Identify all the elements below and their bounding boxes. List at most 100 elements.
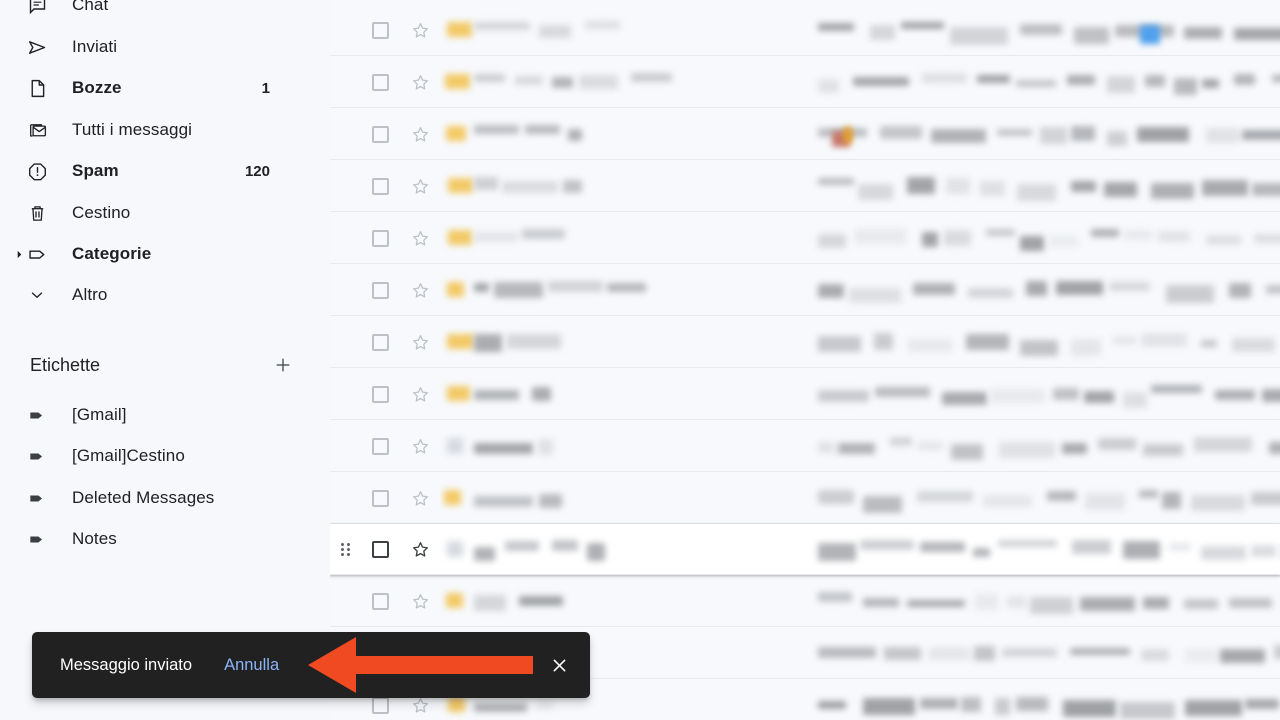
select-message-checkbox[interactable] [360,177,400,195]
checkbox-unchecked-icon[interactable] [371,489,389,507]
checkbox-unchecked-icon[interactable] [371,73,389,91]
star-outline-icon[interactable] [400,592,440,611]
message-content[interactable] [440,57,1280,108]
redacted-text-block [860,539,915,550]
redacted-text-block [1071,126,1095,142]
sidebar-label-gmail-cestino[interactable]: [Gmail]Cestino [0,439,296,473]
sidebar-label-deleted-messages[interactable]: Deleted Messages [0,481,296,515]
sidebar-item-trash[interactable]: Cestino [0,196,296,230]
sidebar-label-gmail[interactable]: [Gmail] [0,398,296,432]
message-row[interactable] [330,576,1280,627]
star-outline-icon[interactable] [400,281,440,300]
select-message-checkbox[interactable] [360,281,400,299]
drag-handle-dots-icon[interactable] [330,542,360,556]
checkbox-unchecked-icon[interactable] [371,229,389,247]
star-outline-icon[interactable] [400,437,440,456]
select-message-checkbox[interactable] [360,229,400,247]
message-row[interactable] [330,57,1280,108]
message-content[interactable] [440,421,1280,472]
redacted-text-block [474,334,502,352]
sidebar-item-sent[interactable]: Inviati [0,30,296,64]
redacted-text-block [1067,74,1096,85]
redacted-text-block [630,72,672,83]
sidebar-item-more[interactable]: Altro [0,278,296,312]
select-message-checkbox[interactable] [360,73,400,91]
sidebar-item-chat[interactable]: Chat [0,0,296,22]
message-content[interactable] [440,161,1280,212]
redacted-text-block [999,442,1055,458]
redacted-text-block [519,596,564,606]
select-message-checkbox[interactable] [360,437,400,455]
message-row[interactable] [330,213,1280,264]
redacted-text-block [1185,649,1217,663]
checkbox-unchecked-icon[interactable] [371,125,389,143]
select-message-checkbox[interactable] [360,489,400,507]
checkbox-unchecked-icon[interactable] [371,385,389,403]
select-message-checkbox[interactable] [360,333,400,351]
checkbox-unchecked-icon[interactable] [371,333,389,351]
message-content[interactable] [440,576,1280,627]
redacted-text-block [525,124,561,134]
close-x-icon[interactable] [546,652,572,678]
redacted-text-block [986,228,1015,237]
message-content[interactable] [440,5,1280,56]
redacted-text-block [1019,340,1059,356]
star-outline-icon[interactable] [400,696,440,715]
sidebar-item-categories[interactable]: Categorie [0,237,296,271]
star-outline-icon[interactable] [400,333,440,352]
plus-icon[interactable] [272,354,294,376]
message-content[interactable] [440,369,1280,420]
message-row[interactable] [330,473,1280,524]
redacted-text-block [1030,597,1074,614]
sidebar-item-drafts[interactable]: Bozze 1 [0,71,296,105]
select-message-checkbox[interactable] [360,697,400,714]
message-row[interactable] [330,265,1280,316]
checkbox-unchecked-icon[interactable] [371,697,389,714]
message-row[interactable] [330,369,1280,420]
folder-label-icon [447,281,464,297]
drag-handle-dots-icon[interactable] [340,542,350,556]
select-message-checkbox[interactable] [360,385,400,403]
select-message-checkbox[interactable] [360,125,400,143]
checkbox-unchecked-icon[interactable] [371,281,389,299]
redacted-text-block [1070,181,1097,192]
message-content[interactable] [440,213,1280,264]
message-content[interactable] [440,265,1280,316]
checkbox-unchecked-icon[interactable] [371,540,389,558]
message-list [330,0,1280,720]
star-outline-icon[interactable] [400,125,440,144]
redacted-text-block [1017,183,1056,201]
star-outline-icon[interactable] [400,73,440,92]
undo-link[interactable]: Annulla [224,656,279,675]
star-outline-icon[interactable] [400,540,440,559]
sidebar-item-all-mail[interactable]: Tutti i messaggi [0,113,296,147]
star-outline-icon[interactable] [400,21,440,40]
message-content[interactable] [440,524,1280,575]
message-row[interactable] [330,5,1280,56]
sidebar-item-spam[interactable]: Spam 120 [0,154,296,188]
checkbox-unchecked-icon[interactable] [371,177,389,195]
message-content[interactable] [440,317,1280,368]
chevron-right-icon[interactable] [14,249,24,259]
star-outline-icon[interactable] [400,177,440,196]
message-row[interactable] [330,421,1280,472]
message-row[interactable] [330,524,1280,575]
message-content[interactable] [440,473,1280,524]
checkbox-unchecked-icon[interactable] [371,21,389,39]
redacted-text-block [606,282,646,292]
message-row[interactable] [330,161,1280,212]
select-message-checkbox[interactable] [360,592,400,610]
sidebar-label-notes[interactable]: Notes [0,522,296,556]
select-message-checkbox[interactable] [360,540,400,558]
star-outline-icon[interactable] [400,489,440,508]
message-content[interactable] [440,109,1280,160]
select-message-checkbox[interactable] [360,21,400,39]
message-row[interactable] [330,317,1280,368]
checkbox-unchecked-icon[interactable] [371,592,389,610]
redacted-text-block [1201,339,1217,348]
star-outline-icon[interactable] [400,385,440,404]
checkbox-unchecked-icon[interactable] [371,437,389,455]
redacted-text-block [990,388,1045,403]
star-outline-icon[interactable] [400,229,440,248]
message-row[interactable] [330,109,1280,160]
